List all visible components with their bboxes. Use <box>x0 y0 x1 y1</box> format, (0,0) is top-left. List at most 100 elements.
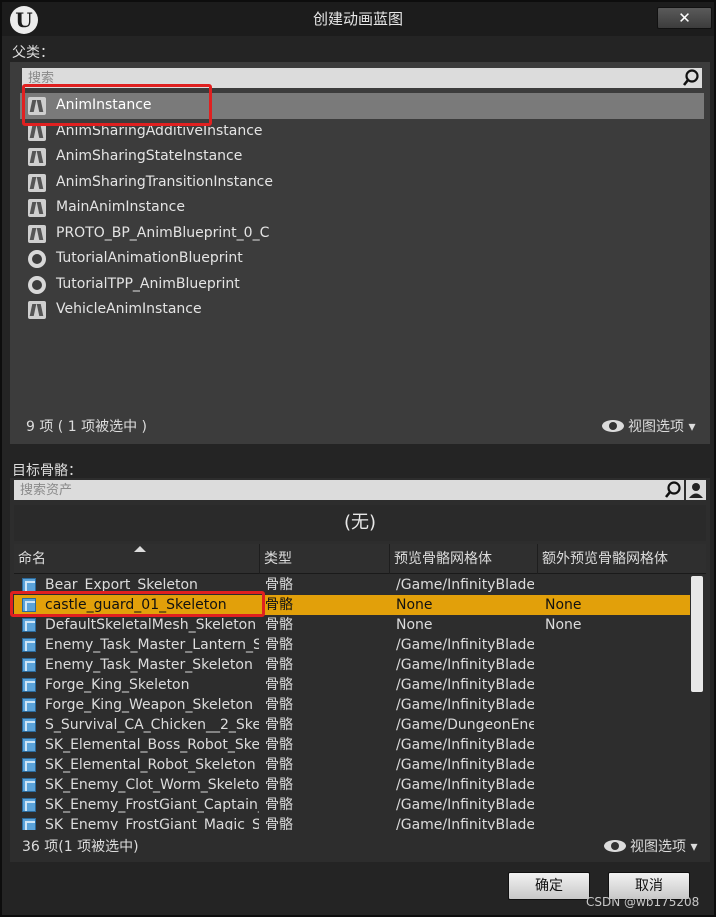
sort-ascending-icon <box>134 546 146 552</box>
cell-extra <box>545 815 685 830</box>
column-header-extra-preview-mesh[interactable]: 额外预览骨骼网格体 <box>538 544 706 574</box>
cell-type: 骨骼 <box>265 677 293 693</box>
cell-type: 骨骼 <box>265 737 293 753</box>
skeleton-asset-icon <box>22 658 36 672</box>
blueprint-circle-icon <box>28 250 46 268</box>
cell-type: 骨骼 <box>265 697 293 713</box>
ok-button[interactable]: 确定 <box>508 872 590 900</box>
parent-class-list: AnimInstance AnimSharingAdditiveInstance A… <box>20 93 704 323</box>
class-list-item[interactable]: AnimSharingAdditiveInstance <box>20 119 704 145</box>
skeleton-search-input[interactable] <box>14 480 660 500</box>
no-skeleton-option[interactable]: (无) <box>14 505 706 541</box>
view-options-label: 视图选项 <box>630 839 686 855</box>
cell-type: 骨骼 <box>265 777 293 793</box>
cell-type: 骨骼 <box>265 597 293 613</box>
table-row[interactable]: Enemy_Task_Master_Skeleton 骨骼/Game/Infini… <box>14 655 690 675</box>
table-row[interactable]: SK_Elemental_Robot_Skeleton 骨骼/Game/Infin… <box>14 755 690 775</box>
class-list-item[interactable]: AnimInstance <box>20 93 704 119</box>
anim-instance-icon <box>28 199 46 217</box>
skeleton-asset-icon <box>22 798 36 812</box>
cell-extra <box>545 695 685 715</box>
skeleton-asset-icon <box>22 618 36 632</box>
class-view-options[interactable]: 视图选项 ▾ <box>602 416 695 436</box>
cell-name: DefaultSkeletalMesh_Skeleton <box>45 617 257 633</box>
cell-preview: /Game/InfinityBlade <box>396 777 534 793</box>
table-row[interactable]: Enemy_Task_Master_Lantern_S 骨骼/Game/Infin… <box>14 635 690 655</box>
watermark: CSDN @wb175208 <box>586 895 700 909</box>
eye-icon <box>602 420 624 432</box>
table-row[interactable]: SK_Enemy_Clot_Worm_Skeletor 骨骼/Game/Infin… <box>14 775 690 795</box>
class-item-label: AnimInstance <box>56 97 152 113</box>
cell-type: 骨骼 <box>265 817 293 830</box>
table-row[interactable]: Bear_Export_Skeleton 骨骼/Game/InfinityBlad… <box>14 575 690 595</box>
cell-preview: /Game/InfinityBlade <box>396 697 534 713</box>
table-row[interactable]: Forge_King_Skeleton 骨骼/Game/InfinityBlade <box>14 675 690 695</box>
class-item-label: AnimSharingTransitionInstance <box>56 173 273 190</box>
class-list-item[interactable]: TutorialTPP_AnimBlueprint <box>20 272 704 298</box>
cell-name: SK_Elemental_Robot_Skeleton <box>45 757 256 773</box>
skeleton-asset-icon <box>22 698 36 712</box>
skeleton-view-options[interactable]: 视图选项 ▾ <box>604 836 697 856</box>
class-count-text: 9 项 ( 1 项被选中 ) <box>26 419 147 435</box>
cell-extra <box>545 755 685 775</box>
cell-extra <box>545 775 685 795</box>
column-header-name[interactable]: 命名 <box>14 544 260 574</box>
cell-preview: /Game/InfinityBlade <box>396 637 534 653</box>
class-list-item[interactable]: TutorialAnimationBlueprint <box>20 246 704 272</box>
anim-instance-icon <box>28 97 46 115</box>
skeleton-table-body: Bear_Export_Skeleton 骨骼/Game/InfinityBlad… <box>14 575 690 830</box>
class-search-input[interactable] <box>22 68 677 88</box>
class-item-label: TutorialAnimationBlueprint <box>56 250 243 266</box>
table-row[interactable]: Forge_King_Weapon_Skeleton 骨骼/Game/Infini… <box>14 695 690 715</box>
class-item-label: AnimSharingStateInstance <box>56 148 243 164</box>
skeleton-asset-icon <box>22 718 36 732</box>
cell-name: Enemy_Task_Master_Lantern_S <box>45 637 259 653</box>
cell-name: castle_guard_01_Skeleton <box>45 597 227 613</box>
skeleton-asset-icon <box>22 738 36 752</box>
cell-type: 骨骼 <box>265 637 293 653</box>
class-item-label: VehicleAnimInstance <box>56 301 202 317</box>
skeleton-table-scrollbar[interactable] <box>691 576 703 692</box>
column-header-preview-mesh[interactable]: 预览骨骼网格体 <box>390 544 538 574</box>
class-list-item[interactable]: AnimSharingTransitionInstance <box>20 170 704 196</box>
cell-name: Forge_King_Weapon_Skeleton <box>45 697 254 713</box>
column-header-type[interactable]: 类型 <box>260 544 390 574</box>
skeleton-asset-icon <box>22 818 36 830</box>
table-row[interactable]: DefaultSkeletalMesh_Skeleton 骨骼 None None <box>14 615 690 635</box>
table-row[interactable]: castle_guard_01_Skeleton 骨骼 None None <box>14 595 690 615</box>
close-button[interactable]: ✕ <box>657 7 712 29</box>
cell-preview: /Game/InfinityBlade <box>396 797 534 813</box>
cell-preview: /Game/InfinityBlade <box>396 737 534 753</box>
skeleton-count-text: 36 项(1 项被选中) <box>22 839 139 855</box>
dropdown-arrow-icon: ▾ <box>690 839 698 855</box>
skeleton-asset-icon <box>22 778 36 792</box>
cell-name: SK_Enemy_Clot_Worm_Skeletor <box>45 777 259 793</box>
title-bar[interactable]: U 创建动画蓝图 ✕ <box>2 2 714 36</box>
class-list-item[interactable]: MainAnimInstance <box>20 195 704 221</box>
search-icon[interactable] <box>664 481 682 499</box>
class-search-bar <box>22 68 702 88</box>
target-skeleton-label: 目标骨骼： <box>12 463 82 479</box>
cell-extra <box>545 635 685 655</box>
cell-type: 骨骼 <box>265 577 293 593</box>
cell-type: 骨骼 <box>265 757 293 773</box>
table-row[interactable]: SK_Enemy_FrostGiant_Magic_S 骨骼/Game/Infin… <box>14 815 690 830</box>
class-item-label: PROTO_BP_AnimBlueprint_0_C <box>56 224 270 241</box>
cell-type: 骨骼 <box>265 657 293 673</box>
search-icon[interactable] <box>682 69 700 87</box>
table-row[interactable]: S_Survival_CA_Chicken__2_Ske 骨骼/Game/Dung… <box>14 715 690 735</box>
cell-type: 骨骼 <box>265 797 293 813</box>
cell-extra <box>545 675 685 695</box>
table-row[interactable]: SK_Enemy_FrostGiant_Captain_ 骨骼/Game/Infi… <box>14 795 690 815</box>
class-item-label: AnimSharingAdditiveInstance <box>56 122 263 139</box>
user-filter-icon[interactable] <box>686 480 706 500</box>
anim-instance-icon <box>28 224 46 243</box>
cell-preview: /Game/InfinityBlade <box>396 817 534 830</box>
class-list-item[interactable]: PROTO_BP_AnimBlueprint_0_C <box>20 221 704 247</box>
cell-extra: None <box>545 617 582 633</box>
class-list-item[interactable]: AnimSharingStateInstance <box>20 144 704 170</box>
class-list-item[interactable]: VehicleAnimInstance <box>20 297 704 323</box>
table-row[interactable]: SK_Elemental_Boss_Robot_Ske 骨骼/Game/Infin… <box>14 735 690 755</box>
eye-icon <box>604 840 626 852</box>
cell-name: Bear_Export_Skeleton <box>45 577 198 593</box>
